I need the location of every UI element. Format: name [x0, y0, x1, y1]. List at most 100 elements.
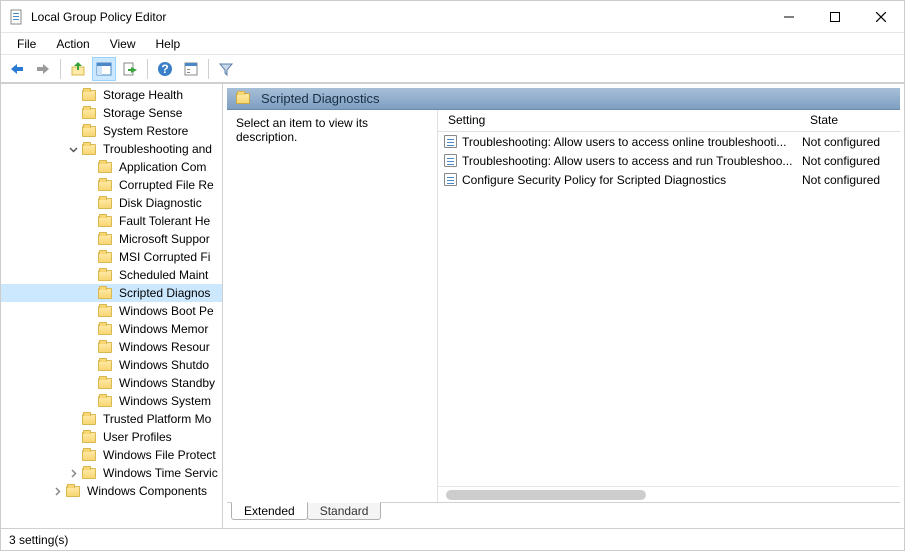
tree-item[interactable]: Microsoft Suppor	[1, 230, 222, 248]
tree-item-label: MSI Corrupted Fi	[117, 250, 212, 264]
folder-icon	[97, 232, 113, 246]
tree-item[interactable]: Windows Shutdo	[1, 356, 222, 374]
tab-standard[interactable]: Standard	[307, 502, 382, 520]
tree-item-label: Windows File Protect	[101, 448, 218, 462]
main-area: Storage Health Storage Sense System Restor…	[1, 83, 904, 528]
toolbar-separator	[147, 59, 148, 79]
tree-item[interactable]: Scripted Diagnos	[1, 284, 222, 302]
column-state[interactable]: State	[800, 110, 900, 131]
folder-icon	[97, 304, 113, 318]
folder-icon	[97, 178, 113, 192]
description-column: Select an item to view its description.	[228, 110, 438, 502]
tree-item[interactable]: Windows System	[1, 392, 222, 410]
close-button[interactable]	[858, 1, 904, 32]
folder-icon	[65, 484, 81, 498]
tree-item[interactable]: Windows File Protect	[1, 446, 222, 464]
tree-expander[interactable]	[49, 487, 65, 496]
folder-icon	[81, 412, 97, 426]
tree-item-label: Windows Boot Pe	[117, 304, 216, 318]
folder-icon	[81, 142, 97, 156]
tab-extended[interactable]: Extended	[231, 502, 308, 520]
scrollbar-thumb[interactable]	[446, 490, 646, 500]
tree-item-label: User Profiles	[101, 430, 174, 444]
tree-item[interactable]: Storage Health	[1, 86, 222, 104]
menu-file[interactable]: File	[7, 35, 46, 53]
up-button[interactable]	[66, 57, 90, 81]
tree-item[interactable]: Windows Components	[1, 482, 222, 500]
setting-name: Troubleshooting: Allow users to access a…	[462, 154, 802, 168]
setting-name: Troubleshooting: Allow users to access o…	[462, 135, 802, 149]
show-tree-button[interactable]	[92, 57, 116, 81]
tree-item[interactable]: Disk Diagnostic	[1, 194, 222, 212]
tree-expander[interactable]	[65, 469, 81, 478]
tree-item[interactable]: Troubleshooting and	[1, 140, 222, 158]
folder-icon	[81, 430, 97, 444]
setting-state: Not configured	[802, 135, 896, 149]
tree-item[interactable]: Fault Tolerant He	[1, 212, 222, 230]
setting-row[interactable]: Configure Security Policy for Scripted D…	[438, 170, 900, 189]
tree[interactable]: Storage Health Storage Sense System Restor…	[1, 84, 222, 502]
tree-item-label: Fault Tolerant He	[117, 214, 212, 228]
tree-item[interactable]: Windows Standby	[1, 374, 222, 392]
folder-icon	[97, 250, 113, 264]
tree-item[interactable]: Storage Sense	[1, 104, 222, 122]
status-text: 3 setting(s)	[9, 533, 68, 547]
properties-button[interactable]	[179, 57, 203, 81]
help-button[interactable]: ?	[153, 57, 177, 81]
tree-item-label: Scheduled Maint	[117, 268, 210, 282]
minimize-button[interactable]	[766, 1, 812, 32]
horizontal-scrollbar[interactable]	[438, 486, 900, 502]
tree-item-label: Windows Memor	[117, 322, 210, 336]
folder-icon	[97, 196, 113, 210]
tree-item-label: Windows Components	[85, 484, 209, 498]
tree-item[interactable]: Windows Memor	[1, 320, 222, 338]
folder-icon	[81, 448, 97, 462]
tree-item-label: Storage Sense	[101, 106, 184, 120]
tree-item-label: Trusted Platform Mo	[101, 412, 213, 426]
statusbar: 3 setting(s)	[1, 528, 904, 550]
tree-item[interactable]: Trusted Platform Mo	[1, 410, 222, 428]
view-tabs: Extended Standard	[227, 502, 900, 524]
tree-item[interactable]: Scheduled Maint	[1, 266, 222, 284]
window-controls	[766, 1, 904, 32]
column-setting[interactable]: Setting	[438, 110, 800, 131]
titlebar: Local Group Policy Editor	[1, 1, 904, 33]
tree-item[interactable]: Application Com	[1, 158, 222, 176]
folder-icon	[81, 88, 97, 102]
tree-item-label: Windows Shutdo	[117, 358, 211, 372]
policy-icon	[442, 135, 458, 149]
tree-item[interactable]: Windows Time Servic	[1, 464, 222, 482]
tree-item-label: Application Com	[117, 160, 208, 174]
forward-button[interactable]	[31, 57, 55, 81]
setting-row[interactable]: Troubleshooting: Allow users to access a…	[438, 151, 900, 170]
setting-row[interactable]: Troubleshooting: Allow users to access o…	[438, 132, 900, 151]
setting-state: Not configured	[802, 173, 896, 187]
tree-item-label: Disk Diagnostic	[117, 196, 204, 210]
export-button[interactable]	[118, 57, 142, 81]
tree-item[interactable]: Windows Resour	[1, 338, 222, 356]
tree-item-label: Windows System	[117, 394, 213, 408]
menu-action[interactable]: Action	[46, 35, 99, 53]
settings-list: Setting State Troubleshooting: Allow use…	[438, 110, 900, 502]
details-title: Scripted Diagnostics	[261, 91, 380, 106]
window-title: Local Group Policy Editor	[31, 10, 766, 24]
tree-expander[interactable]	[65, 145, 81, 154]
tree-item-label: Storage Health	[101, 88, 185, 102]
folder-icon	[97, 340, 113, 354]
tree-item-label: Corrupted File Re	[117, 178, 216, 192]
toolbar-separator	[60, 59, 61, 79]
tree-item[interactable]: System Restore	[1, 122, 222, 140]
folder-icon	[97, 160, 113, 174]
filter-button[interactable]	[214, 57, 238, 81]
maximize-button[interactable]	[812, 1, 858, 32]
tree-item[interactable]: User Profiles	[1, 428, 222, 446]
folder-icon	[97, 268, 113, 282]
menu-help[interactable]: Help	[146, 35, 191, 53]
setting-name: Configure Security Policy for Scripted D…	[462, 173, 802, 187]
back-button[interactable]	[5, 57, 29, 81]
menu-view[interactable]: View	[100, 35, 146, 53]
tree-item-label: Windows Time Servic	[101, 466, 220, 480]
tree-item[interactable]: Corrupted File Re	[1, 176, 222, 194]
tree-item[interactable]: MSI Corrupted Fi	[1, 248, 222, 266]
tree-item[interactable]: Windows Boot Pe	[1, 302, 222, 320]
